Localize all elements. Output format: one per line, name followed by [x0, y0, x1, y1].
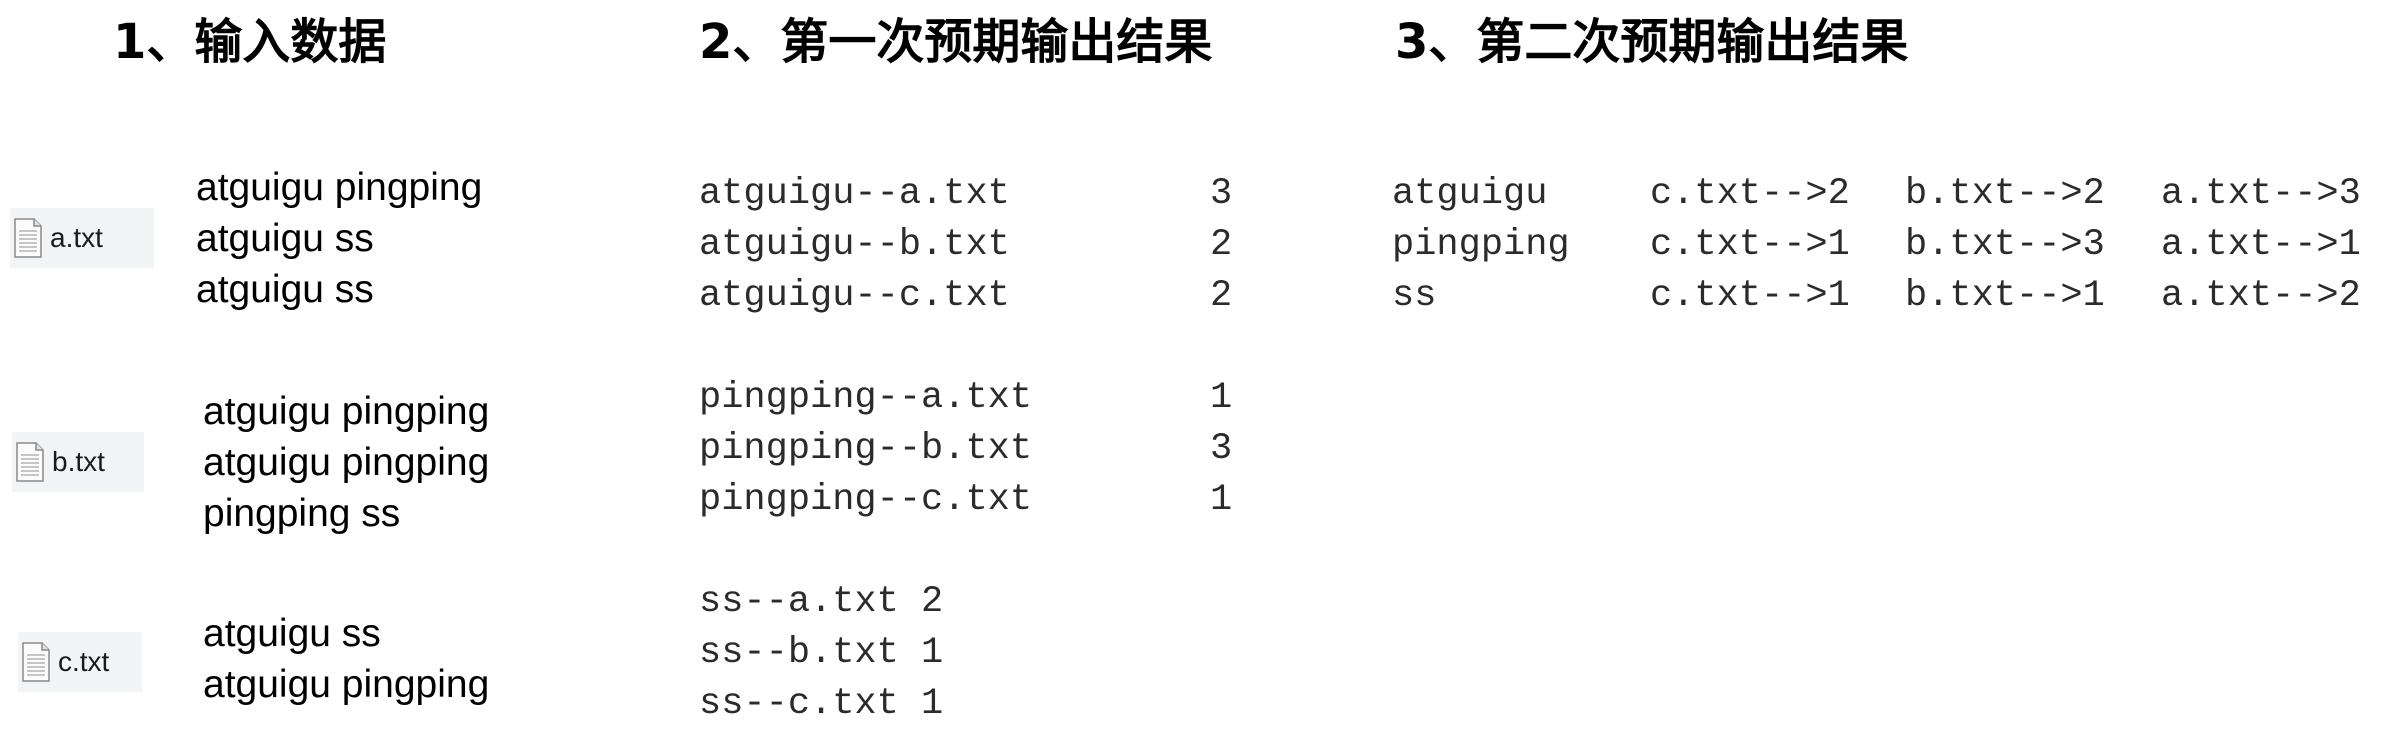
- file-c: c.txt: [18, 632, 142, 692]
- word-cell: pingping: [1392, 224, 1570, 266]
- second-output-a-column: a.txt-->3 a.txt-->1 a.txt-->2: [2161, 169, 2361, 322]
- content-line: atguigu ss: [196, 217, 374, 260]
- file-a-content: atguigu pingping atguigu ss atguigu ss: [196, 162, 482, 315]
- content-line: atguigu ss: [196, 268, 374, 311]
- output-count: 1: [1210, 479, 1233, 521]
- output-key: atguigu--b.txt: [699, 224, 1010, 266]
- output-key: pingping--a.txt: [699, 377, 1033, 419]
- count-cell: c.txt-->2: [1650, 173, 1850, 215]
- text-file-icon: [22, 642, 50, 682]
- output-row: ss--a.txt 2: [699, 581, 944, 623]
- first-output-group-pingping-keys: pingping--a.txt pingping--b.txt pingping--…: [699, 373, 1032, 526]
- file-a: a.txt: [10, 208, 154, 268]
- word-cell: ss: [1392, 275, 1437, 317]
- output-key: pingping--b.txt: [699, 428, 1033, 470]
- content-line: atguigu pingping: [196, 166, 483, 209]
- output-row: ss--c.txt 1: [699, 683, 944, 725]
- output-row: ss--b.txt 1: [699, 632, 944, 674]
- second-output-words: atguigu pingping ss: [1392, 169, 1570, 322]
- output-count: 3: [1210, 173, 1233, 215]
- count-cell: b.txt-->3: [1905, 224, 2105, 266]
- count-cell: b.txt-->2: [1905, 173, 2105, 215]
- second-output-c-column: c.txt-->2 c.txt-->1 c.txt-->1: [1650, 169, 1850, 322]
- output-key: atguigu--a.txt: [699, 173, 1010, 215]
- output-key: atguigu--c.txt: [699, 275, 1010, 317]
- first-output-group-atguigu-counts: 3 2 2: [1210, 169, 1232, 322]
- content-line: atguigu pingping: [203, 441, 490, 484]
- count-cell: a.txt-->2: [2161, 275, 2361, 317]
- first-output-group-pingping-counts: 1 3 1: [1210, 373, 1232, 526]
- count-cell: c.txt-->1: [1650, 275, 1850, 317]
- output-count: 2: [1210, 275, 1233, 317]
- file-name: b.txt: [52, 446, 105, 477]
- count-cell: a.txt-->1: [2161, 224, 2361, 266]
- file-b: b.txt: [12, 432, 144, 492]
- content-line: atguigu pingping: [203, 390, 490, 433]
- output-count: 3: [1210, 428, 1233, 470]
- output-key: pingping--c.txt: [699, 479, 1033, 521]
- content-line: pingping ss: [203, 492, 401, 535]
- output-count: 1: [1210, 377, 1233, 419]
- second-output-b-column: b.txt-->2 b.txt-->3 b.txt-->1: [1905, 169, 2105, 322]
- first-output-group-ss: ss--a.txt 2 ss--b.txt 1 ss--c.txt 1: [699, 577, 943, 730]
- first-output-group-atguigu-keys: atguigu--a.txt atguigu--b.txt atguigu--c.t…: [699, 169, 1010, 322]
- output-count: 2: [1210, 224, 1233, 266]
- content-line: atguigu ss: [203, 612, 381, 655]
- input-data-heading: 1、输入数据: [113, 14, 387, 70]
- text-file-icon: [16, 442, 44, 482]
- count-cell: c.txt-->1: [1650, 224, 1850, 266]
- file-c-content: atguigu ss atguigu pingping: [203, 608, 489, 710]
- word-cell: atguigu: [1392, 173, 1548, 215]
- content-line: atguigu pingping: [203, 663, 490, 706]
- count-cell: b.txt-->1: [1905, 275, 2105, 317]
- file-name: c.txt: [58, 646, 110, 677]
- text-file-icon: [14, 218, 42, 258]
- file-name: a.txt: [50, 222, 103, 253]
- second-output-heading: 3、第二次预期输出结果: [1395, 14, 1909, 70]
- first-output-heading: 2、第一次预期输出结果: [699, 14, 1213, 70]
- count-cell: a.txt-->3: [2161, 173, 2361, 215]
- file-b-content: atguigu pingping atguigu pingping pingping…: [203, 386, 489, 539]
